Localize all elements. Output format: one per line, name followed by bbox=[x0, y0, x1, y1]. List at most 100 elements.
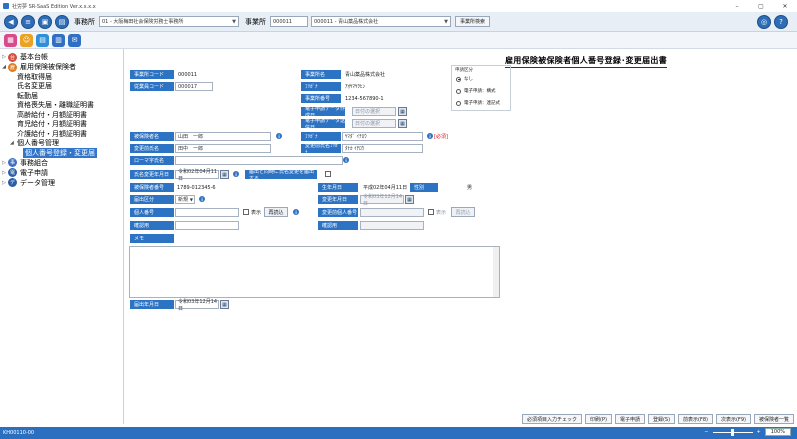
save-icon[interactable]: ▣ bbox=[38, 14, 52, 29]
roman-name-input[interactable] bbox=[175, 156, 343, 165]
expand-icon[interactable]: ▷ bbox=[0, 160, 8, 166]
info-icon[interactable]: i bbox=[233, 171, 239, 177]
tree-item-elderly[interactable]: 高齢給付・月額証明書 bbox=[0, 110, 123, 120]
info-icon[interactable]: i bbox=[343, 157, 349, 163]
info-icon[interactable]: i bbox=[427, 133, 433, 139]
close-button[interactable]: ✕ bbox=[773, 0, 797, 12]
back-icon[interactable]: ◀ bbox=[4, 14, 18, 29]
calendar-icon[interactable]: ▦ bbox=[405, 195, 414, 204]
mail-icon[interactable]: ✉ bbox=[68, 33, 81, 47]
req-created-input[interactable]: 日付の選択 bbox=[352, 107, 396, 116]
tree-item-acquisition[interactable]: 資格取得届 bbox=[0, 72, 123, 82]
show-checkbox-2[interactable] bbox=[428, 209, 434, 215]
office-select[interactable]: 01 - 大阪梅田社会保険労務士事務所 ▼ bbox=[99, 16, 239, 27]
radio-e-form[interactable]: 電子申請：構式 bbox=[456, 88, 496, 94]
kana-input[interactable]: ﾔﾏﾀﾞ ｲﾁﾛｳ bbox=[342, 132, 423, 141]
collapse-icon[interactable]: ◢ bbox=[10, 140, 17, 146]
tree-item-loss[interactable]: 資格喪失届・離職証明書 bbox=[0, 101, 123, 111]
help-icon[interactable]: ? bbox=[774, 15, 788, 29]
tree-node-basic-ledger[interactable]: ▷ 台 基本台帳 bbox=[0, 52, 123, 62]
settings-icon[interactable]: ◎ bbox=[757, 15, 771, 29]
name-change-date-input[interactable]: 令和02年04月11日 bbox=[175, 169, 219, 182]
tree-item-nursing[interactable]: 介護給付・月額証明書 bbox=[0, 129, 123, 139]
dob-value: 平成02年04月11日 bbox=[363, 185, 408, 191]
tree-item-my-number[interactable]: ◢ 個人番号管理 bbox=[0, 139, 123, 149]
tree-node-e-application[interactable]: ▷ 電 電子申請 bbox=[0, 168, 123, 178]
required-check-button[interactable]: 必須項目入力チェック bbox=[522, 414, 583, 424]
card-icon[interactable]: ▤ bbox=[55, 14, 69, 29]
site-select[interactable]: 000011 - 青山薬品株式会社 ▼ bbox=[311, 16, 451, 27]
tree-item-childcare[interactable]: 育児給付・月額証明書 bbox=[0, 120, 123, 130]
req-sent-input[interactable]: 日付の選択 bbox=[352, 119, 396, 128]
prev-button[interactable]: 前表示(F8) bbox=[678, 414, 713, 424]
reload-button-2[interactable]: 再読込 bbox=[451, 207, 475, 217]
print-button[interactable]: 印刷(P) bbox=[585, 414, 612, 424]
chevron-down-icon: ▼ bbox=[444, 19, 448, 25]
building-icon[interactable]: ▥ bbox=[52, 33, 65, 47]
tree-item-my-number-register[interactable]: 個人番号登録・変更届 bbox=[0, 147, 123, 158]
next-button[interactable]: 次表示(F9) bbox=[716, 414, 751, 424]
kana-label: ﾌﾘｶﾞﾅ bbox=[301, 132, 341, 141]
my-number-input[interactable] bbox=[175, 208, 239, 217]
show-checkbox[interactable] bbox=[243, 209, 249, 215]
tree-item-name-change[interactable]: 氏名変更届 bbox=[0, 82, 123, 92]
calendar-icon[interactable]: ▦ bbox=[4, 33, 17, 47]
calendar-icon[interactable]: ▦ bbox=[220, 300, 229, 309]
maximize-button[interactable]: ▢ bbox=[749, 0, 773, 12]
radio-e-list[interactable]: 電子申請：連記式 bbox=[456, 100, 500, 106]
prev-name-input[interactable]: 田中 一郎 bbox=[175, 144, 271, 153]
tree-node-office-union[interactable]: ▷ 事 事務組合 bbox=[0, 158, 123, 168]
insured-no-value: 1789-012345-6 bbox=[177, 184, 216, 191]
changed-no-input[interactable] bbox=[360, 208, 424, 217]
memo-textarea[interactable] bbox=[129, 246, 500, 298]
prev-kana-input[interactable]: ﾀﾅｶ ｲﾁﾛｳ bbox=[342, 144, 423, 153]
show-label: 表示 bbox=[251, 210, 262, 216]
menu-icon[interactable]: ≡ bbox=[21, 14, 35, 29]
tree-item-transfer[interactable]: 転勤届 bbox=[0, 91, 123, 101]
report-type-select[interactable]: 新規 ▼ bbox=[175, 195, 195, 204]
zoom-out-icon[interactable]: − bbox=[704, 429, 708, 435]
expand-icon[interactable]: ▷ bbox=[0, 180, 8, 186]
insured-name-input[interactable]: 山田 一郎 bbox=[175, 132, 271, 141]
minimize-button[interactable]: – bbox=[725, 0, 749, 12]
document-icon[interactable]: ▤ bbox=[36, 33, 49, 47]
reload-button[interactable]: 再読込 bbox=[264, 207, 288, 217]
simultaneous-checkbox[interactable] bbox=[325, 171, 331, 177]
e-application-button[interactable]: 電子申請 bbox=[614, 414, 645, 424]
register-button[interactable]: 登録(S) bbox=[647, 414, 676, 424]
zoom-level[interactable]: 100% bbox=[764, 428, 791, 436]
expand-icon[interactable]: ▷ bbox=[0, 54, 8, 60]
expand-icon[interactable]: ▷ bbox=[0, 170, 8, 176]
show-label-2: 表示 bbox=[436, 210, 447, 216]
collapse-icon[interactable]: ◢ bbox=[0, 64, 8, 70]
calendar-icon[interactable]: ▦ bbox=[398, 107, 407, 116]
calendar-icon[interactable]: ▦ bbox=[220, 170, 229, 179]
page-title: 雇用保険被保険者個人番号登録･変更届出書 bbox=[505, 55, 667, 68]
app-icon bbox=[3, 3, 9, 9]
site-code-input[interactable]: 000011 bbox=[270, 16, 308, 27]
insured-list-button[interactable]: 被保険者一覧 bbox=[753, 414, 794, 424]
zoom-in-icon[interactable]: + bbox=[757, 429, 761, 435]
zoom-slider[interactable] bbox=[712, 428, 753, 436]
calendar-icon[interactable]: ▦ bbox=[398, 119, 407, 128]
tree-node-employment-insurance[interactable]: ◢ 雇 雇用保険被保険者 bbox=[0, 62, 123, 72]
scrollbar[interactable] bbox=[493, 247, 499, 297]
confirm-input[interactable] bbox=[175, 221, 239, 230]
change-date-input[interactable]: 令和03年12月14日 bbox=[360, 194, 404, 207]
info-icon[interactable]: i bbox=[293, 209, 299, 215]
tree-node-data-management[interactable]: ▷ デ データ管理 bbox=[0, 178, 123, 188]
info-icon[interactable]: i bbox=[276, 133, 282, 139]
confirm-input-2[interactable] bbox=[360, 221, 424, 230]
emp-code-input[interactable]: 000017 bbox=[175, 82, 213, 91]
e-app-icon: 電 bbox=[8, 168, 17, 177]
radio-none[interactable]: なし bbox=[456, 76, 473, 82]
emp-code-label: 従業員コード bbox=[130, 82, 174, 91]
people-icon[interactable]: ☺ bbox=[20, 33, 33, 47]
site-search-button[interactable]: 事業所検索 bbox=[455, 16, 491, 27]
report-date-input[interactable]: 令和03年12月14日 bbox=[175, 299, 219, 312]
info-icon[interactable]: i bbox=[199, 196, 205, 202]
site-label: 事業所 bbox=[245, 17, 266, 26]
my-number-label: 個人番号 bbox=[130, 208, 174, 217]
navigation-tree: ▷ 台 基本台帳 ◢ 雇 雇用保険被保険者 資格取得届 氏名変更届 転勤届 資格… bbox=[0, 49, 124, 424]
prev-name-label: 変更前氏名 bbox=[130, 144, 174, 153]
